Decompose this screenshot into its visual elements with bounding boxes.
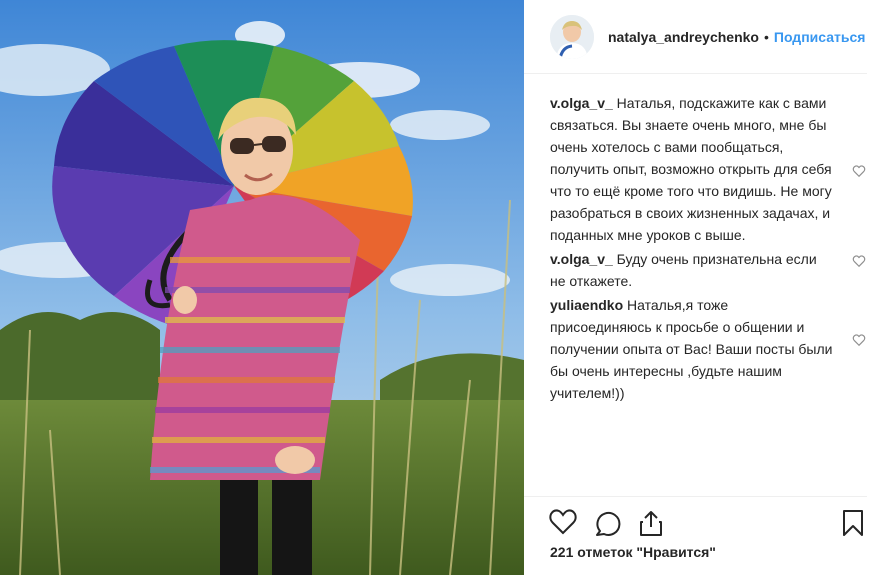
comment-item: yuliaendko Наталья,я тоже присоединяюсь … [550,294,866,404]
post-header: natalya_andreychenko • Подписаться [524,0,867,74]
comment-username[interactable]: yuliaendko [550,297,623,313]
heart-icon[interactable] [549,509,577,540]
bookmark-icon[interactable] [842,509,864,542]
action-icons [524,497,867,547]
share-icon[interactable] [638,509,664,542]
instagram-post: natalya_andreychenko • Подписаться v.olg… [0,0,884,575]
side-panel: natalya_andreychenko • Подписаться v.olg… [524,0,884,575]
action-bar [524,496,867,547]
comment-username[interactable]: v.olga_v_ [550,251,613,267]
small-heart-icon[interactable] [852,162,866,178]
small-heart-icon[interactable] [852,331,866,347]
avatar[interactable] [550,14,594,59]
likes-count[interactable]: 221 отметок "Нравится" [550,544,716,560]
comment-body: yuliaendko Наталья,я тоже присоединяюсь … [550,294,833,404]
comment-icon[interactable] [594,509,622,542]
comment-username[interactable]: v.olga_v_ [550,95,613,111]
follow-button[interactable]: Подписаться [774,29,866,45]
separator-dot: • [763,28,769,45]
comment-body: v.olga_v_ Буду очень признательна если н… [550,248,833,292]
comments-list: v.olga_v_ Наталья, подскажите как с вами… [550,92,866,406]
comment-item: v.olga_v_ Буду очень признательна если н… [550,248,866,292]
comment-item: v.olga_v_ Наталья, подскажите как с вами… [550,92,866,246]
post-photo[interactable] [0,0,524,575]
comment-body: v.olga_v_ Наталья, подскажите как с вами… [550,92,833,246]
comment-text: Наталья, подскажите как с вами связаться… [550,95,832,243]
small-heart-icon[interactable] [852,252,866,268]
username-link[interactable]: natalya_andreychenko [608,29,759,45]
